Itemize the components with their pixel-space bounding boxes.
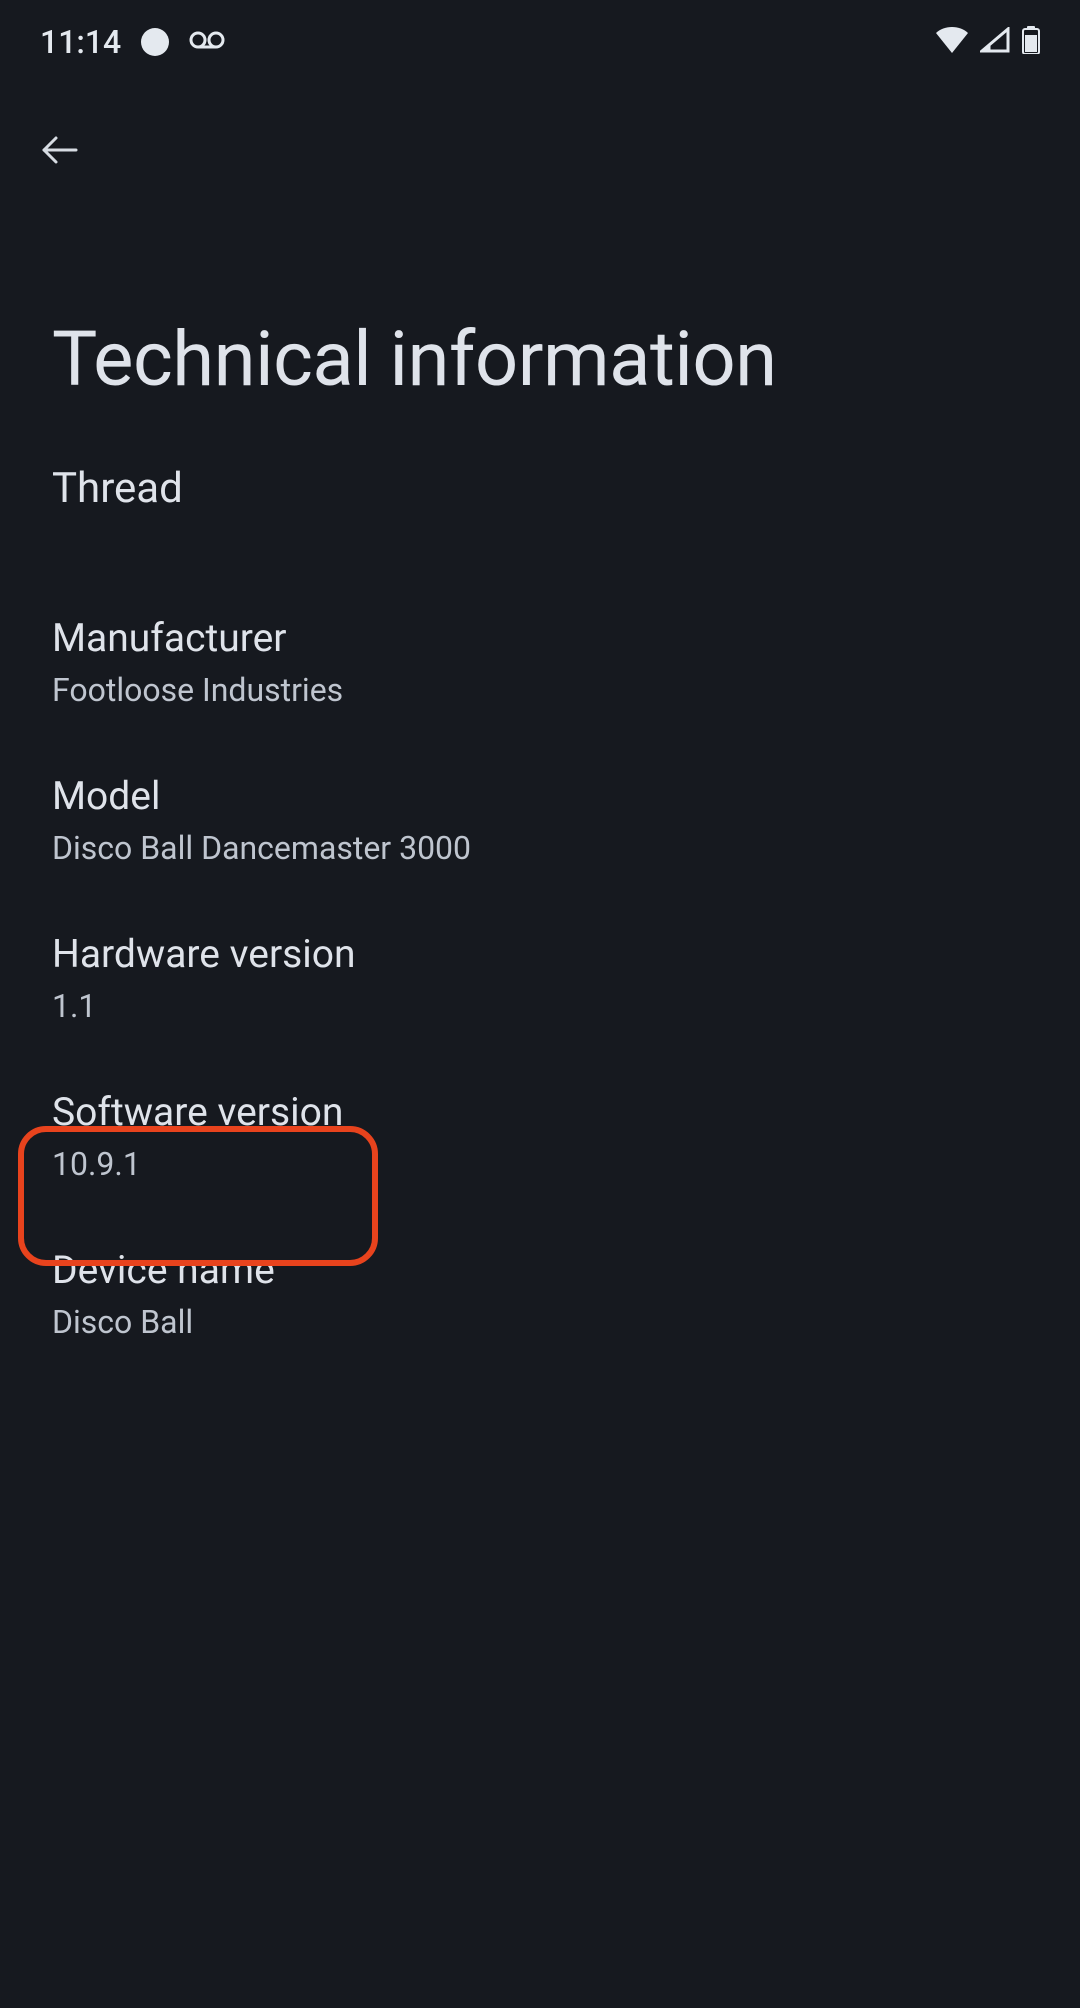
hardware-version-label: Hardware version xyxy=(52,931,1028,977)
page-title: Technical information xyxy=(0,194,1080,434)
page-subtitle: Thread xyxy=(0,434,1080,583)
battery-icon xyxy=(1022,26,1040,58)
status-bar-left: 11:14 xyxy=(40,23,225,61)
status-time: 11:14 xyxy=(40,23,121,61)
model-item[interactable]: Model Disco Ball Dancemaster 3000 xyxy=(52,741,1028,899)
manufacturer-item[interactable]: Manufacturer Footloose Industries xyxy=(52,583,1028,741)
manufacturer-value: Footloose Industries xyxy=(52,671,1028,709)
software-version-item[interactable]: Software version 10.9.1 xyxy=(52,1057,1028,1215)
model-value: Disco Ball Dancemaster 3000 xyxy=(52,829,1028,867)
device-name-value: Disco Ball xyxy=(52,1303,1028,1341)
hardware-version-item[interactable]: Hardware version 1.1 xyxy=(52,899,1028,1057)
hardware-version-value: 1.1 xyxy=(52,987,1028,1025)
software-version-label: Software version xyxy=(52,1089,1028,1135)
manufacturer-label: Manufacturer xyxy=(52,615,1028,661)
device-name-item[interactable]: Device name Disco Ball xyxy=(52,1215,1028,1373)
cellular-signal-icon xyxy=(980,27,1010,57)
model-label: Model xyxy=(52,773,1028,819)
voicemail-icon xyxy=(189,30,225,54)
device-name-label: Device name xyxy=(52,1247,1028,1293)
status-bar-right xyxy=(936,26,1040,58)
back-arrow-icon[interactable] xyxy=(40,155,80,174)
software-version-value: 10.9.1 xyxy=(52,1145,1028,1183)
status-bar: 11:14 xyxy=(0,0,1080,70)
app-bar xyxy=(0,70,1080,194)
info-list: Manufacturer Footloose Industries Model … xyxy=(0,583,1080,1373)
wifi-icon xyxy=(936,27,968,57)
record-indicator-icon xyxy=(141,28,169,56)
